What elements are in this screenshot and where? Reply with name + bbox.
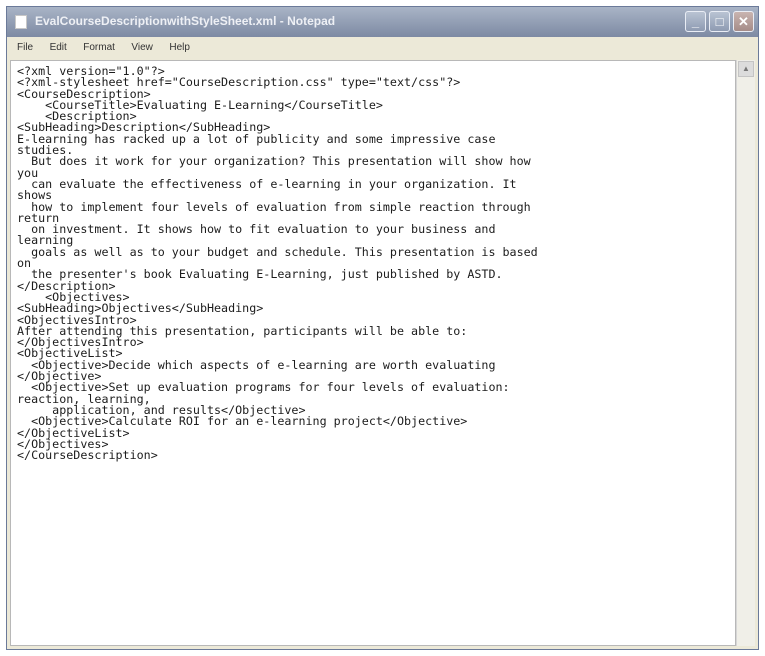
window-title: EvalCourseDescriptionwithStyleSheet.xml … (35, 14, 336, 28)
menu-help[interactable]: Help (163, 37, 196, 53)
notepad-window: EvalCourseDescriptionwithStyleSheet.xml … (6, 6, 759, 650)
close-button[interactable]: ✕ (733, 11, 754, 32)
scroll-up-arrow-icon[interactable]: ▲ (738, 61, 754, 77)
minimize-button[interactable]: _ (685, 11, 706, 32)
menu-bar: File Edit Format View Help (7, 37, 758, 59)
menu-edit[interactable]: Edit (44, 37, 73, 53)
menu-file[interactable]: File (7, 37, 39, 53)
menu-view[interactable]: View (125, 37, 159, 53)
text-editor-area[interactable]: <?xml version="1.0"?> <?xml-stylesheet h… (10, 60, 736, 646)
vertical-scrollbar[interactable]: ▲ (736, 60, 755, 646)
document-text[interactable]: <?xml version="1.0"?> <?xml-stylesheet h… (11, 61, 735, 466)
notepad-icon (15, 15, 27, 29)
menu-format[interactable]: Format (77, 37, 121, 53)
maximize-button[interactable]: □ (709, 11, 730, 32)
title-bar[interactable]: EvalCourseDescriptionwithStyleSheet.xml … (7, 7, 758, 37)
